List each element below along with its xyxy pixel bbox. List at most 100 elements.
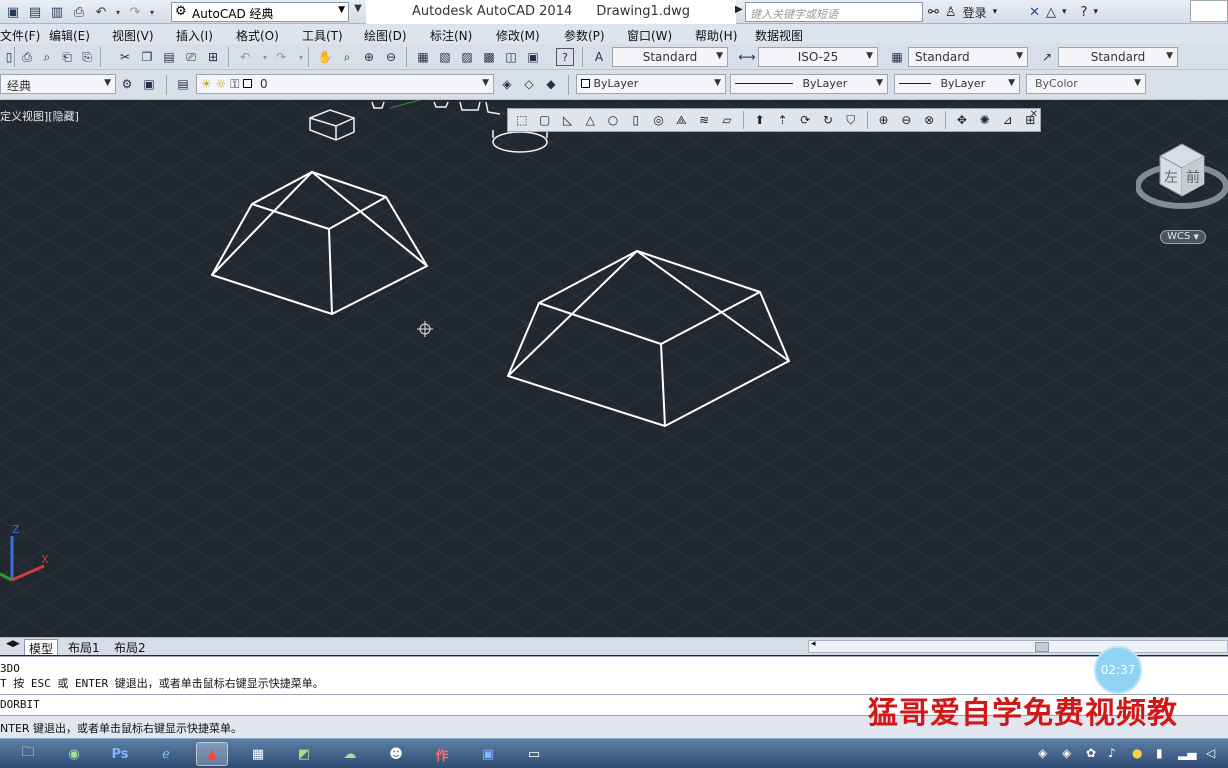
- properties-icon[interactable]: ▦: [414, 48, 432, 66]
- autocad-taskbar-icon[interactable]: ▲: [196, 742, 228, 766]
- sweep-icon[interactable]: ⟳: [795, 111, 815, 129]
- zoom-realtime-icon[interactable]: ⌕: [338, 48, 356, 66]
- extrude-icon[interactable]: ⬆: [750, 111, 770, 129]
- union-icon[interactable]: ⊕: [874, 111, 894, 129]
- tab-layout1[interactable]: 布局1: [64, 639, 104, 655]
- block-editor-icon[interactable]: ⊞: [204, 48, 222, 66]
- tab-layout2[interactable]: 布局2: [110, 639, 150, 655]
- tray-cube2-icon[interactable]: ◈: [1062, 746, 1071, 760]
- browser-icon[interactable]: ◉: [58, 742, 90, 766]
- screen-recorder-icon[interactable]: ◩: [288, 742, 320, 766]
- paste-icon[interactable]: ▤: [160, 48, 178, 66]
- plot-preview-icon[interactable]: ⌕: [38, 48, 56, 66]
- save-as-icon[interactable]: ▥: [48, 3, 66, 21]
- save-icon[interactable]: ▤: [26, 3, 44, 21]
- sheet-set-icon[interactable]: ▩: [480, 48, 498, 66]
- redo-icon[interactable]: ↷: [126, 3, 144, 21]
- pyramid-icon[interactable]: ⟁: [671, 111, 691, 129]
- 3d-print-icon[interactable]: ⎘: [78, 48, 96, 66]
- login-dropdown-icon[interactable]: ▾: [993, 7, 998, 17]
- menu-view[interactable]: 视图(V): [112, 27, 154, 44]
- menu-draw[interactable]: 绘图(D): [364, 27, 407, 44]
- make-object-layer-current-icon[interactable]: ◈: [498, 75, 516, 93]
- menu-format[interactable]: 格式(O): [236, 27, 279, 44]
- planar-surface-icon[interactable]: ▱: [717, 111, 737, 129]
- menu-data-view[interactable]: 数据视图: [755, 27, 803, 44]
- multileader-style-icon[interactable]: ↗: [1038, 48, 1056, 66]
- menu-modify[interactable]: 修改(M): [496, 27, 540, 44]
- match-properties-icon[interactable]: ⎚: [182, 48, 200, 66]
- helix-icon[interactable]: ≋: [694, 111, 714, 129]
- text-style-select[interactable]: Standard ▼: [612, 47, 728, 67]
- help-dropdown-icon[interactable]: ▾: [1093, 7, 1098, 17]
- revolve-icon[interactable]: ↻: [818, 111, 838, 129]
- tray-device-icon[interactable]: ▮: [1156, 746, 1163, 760]
- zoom-previous-icon[interactable]: ⊖: [382, 48, 400, 66]
- layer-properties-icon[interactable]: ▤: [174, 75, 192, 93]
- search-input[interactable]: 键入关键字或短语: [745, 2, 923, 22]
- redo-icon[interactable]: ↷: [272, 48, 290, 66]
- layer-state-icon[interactable]: ◆: [542, 75, 560, 93]
- workspace-customize-icon[interactable]: ▣: [140, 75, 158, 93]
- menu-parametric[interactable]: 参数(P): [564, 27, 605, 44]
- 3d-rotate-icon[interactable]: ✺: [975, 111, 995, 129]
- speaker-icon[interactable]: ◁: [1206, 746, 1215, 760]
- viewport-controls-label[interactable]: 定义视图][隐藏]: [0, 108, 79, 124]
- table-style-select[interactable]: Standard ▼: [908, 47, 1028, 67]
- dim-style-select[interactable]: ISO-25 ▼: [758, 47, 878, 67]
- login-button[interactable]: 登录: [963, 4, 987, 21]
- menu-help[interactable]: 帮助(H): [695, 27, 737, 44]
- loft-icon[interactable]: ⛉: [841, 111, 861, 129]
- qa-customize-button[interactable]: ▼: [351, 3, 365, 21]
- help-icon[interactable]: ?: [1081, 5, 1088, 20]
- qq-icon[interactable]: ☻: [380, 742, 412, 766]
- menu-dimension[interactable]: 标注(N): [430, 27, 472, 44]
- plot-icon[interactable]: ⎙: [70, 3, 88, 21]
- autodesk-360-icon[interactable]: △: [1046, 5, 1056, 20]
- menu-edit[interactable]: 编辑(E): [49, 27, 90, 44]
- wcs-menu[interactable]: WCS ▼: [1160, 230, 1206, 244]
- tray-cube-icon[interactable]: ◈: [1038, 746, 1047, 760]
- tool-palettes-icon[interactable]: ▨: [458, 48, 476, 66]
- viewcube[interactable]: 左 前: [1136, 134, 1228, 214]
- undo-icon[interactable]: ↶: [92, 3, 110, 21]
- workspace-combo[interactable]: 经典 ▼: [0, 74, 116, 94]
- quickcalc-icon[interactable]: ▣: [524, 48, 542, 66]
- layer-select[interactable]: ☀ ☼ ⚿ 0 ▼: [196, 74, 494, 94]
- help-icon[interactable]: ?: [556, 48, 574, 66]
- cone-icon[interactable]: △: [580, 111, 600, 129]
- volume-icon[interactable]: ♪: [1108, 746, 1116, 760]
- presspull-icon[interactable]: ⇡: [773, 111, 793, 129]
- wedge-icon[interactable]: ◺: [558, 111, 578, 129]
- color-select[interactable]: ByLayer ▼: [576, 74, 726, 94]
- markup-icon[interactable]: ◫: [502, 48, 520, 66]
- menu-insert[interactable]: 插入(I): [176, 27, 213, 44]
- dropdown-icon[interactable]: ▾: [1062, 7, 1067, 17]
- copy-icon[interactable]: ❐: [138, 48, 156, 66]
- linetype-select[interactable]: ByLayer ▼: [730, 74, 888, 94]
- photoshop-icon[interactable]: Ps: [104, 742, 136, 766]
- new-icon[interactable]: ▯: [0, 48, 18, 66]
- app-menu-icon[interactable]: ▣: [4, 3, 22, 21]
- window-controls[interactable]: [1190, 0, 1228, 22]
- undo-dropdown-icon[interactable]: ▾: [114, 3, 122, 21]
- workspace-settings-icon[interactable]: ⚙: [118, 75, 136, 93]
- undo-icon[interactable]: ↶: [236, 48, 254, 66]
- close-icon[interactable]: ✕: [1030, 109, 1038, 120]
- tab-model[interactable]: 模型: [24, 639, 59, 656]
- viewcube-front-face[interactable]: 前: [1186, 169, 1200, 186]
- drawing-canvas[interactable]: Z X: [0, 100, 1228, 637]
- horizontal-scrollbar[interactable]: ◂: [808, 639, 1228, 653]
- calculator-icon[interactable]: ▦: [242, 742, 274, 766]
- intersect-icon[interactable]: ⊗: [919, 111, 939, 129]
- box-icon[interactable]: ▢: [535, 111, 555, 129]
- drawing-viewport[interactable]: Z X 定义视图][隐藏] ⬚ ▢ ◺ △ ○ ▯ ◎ ⟁ ≋ ▱ ⬆ ⇡ ⟳ …: [0, 100, 1228, 637]
- table-style-icon[interactable]: ▦: [888, 48, 906, 66]
- tray-status-icon[interactable]: ●: [1132, 746, 1142, 760]
- sphere-icon[interactable]: ○: [603, 111, 623, 129]
- publish-icon[interactable]: ⎗: [58, 48, 76, 66]
- scrollbar-thumb[interactable]: [1035, 642, 1049, 652]
- layer-previous-icon[interactable]: ◇: [520, 75, 538, 93]
- viewcube-left-face[interactable]: 左: [1164, 170, 1178, 186]
- network-icon[interactable]: ▂▄: [1178, 746, 1196, 760]
